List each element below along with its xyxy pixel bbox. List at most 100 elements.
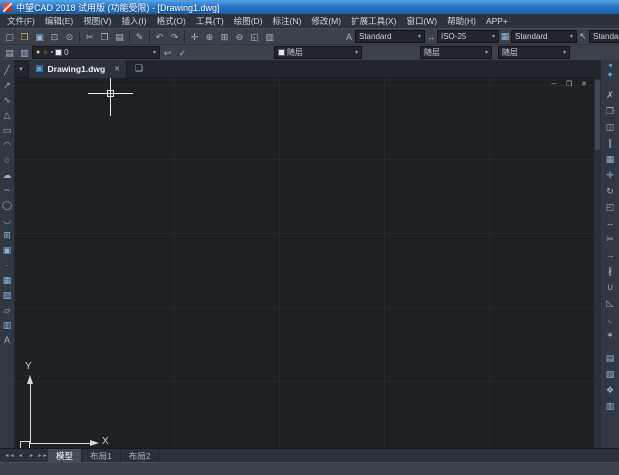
scale-icon[interactable]: ◰: [602, 199, 618, 215]
match-properties-icon[interactable]: ✎: [132, 30, 147, 44]
point-icon[interactable]: ∙: [1, 258, 14, 273]
text-style-dropdown[interactable]: Standard ▾: [355, 30, 425, 43]
move-icon[interactable]: ✛: [602, 167, 618, 183]
layer-dropdown[interactable]: ● ☼ ▪ 0 ▾: [32, 46, 160, 59]
revision-cloud-icon[interactable]: ☁: [1, 168, 14, 183]
properties-icon[interactable]: ▤: [602, 350, 618, 366]
zoom-window-icon[interactable]: ⊞: [217, 30, 232, 44]
tool-palettes-icon[interactable]: ▧: [602, 366, 618, 382]
next-layout-icon[interactable]: ►: [26, 453, 37, 459]
layer-states-icon[interactable]: ▥: [17, 46, 32, 60]
copy-clip-icon[interactable]: ❐: [97, 30, 112, 44]
menu-draw[interactable]: 绘图(D): [229, 14, 268, 28]
copy-icon[interactable]: ❐: [602, 103, 618, 119]
menu-view[interactable]: 视图(V): [78, 14, 116, 28]
explode-icon[interactable]: ✶: [602, 327, 618, 343]
make-layer-current-icon[interactable]: ✓: [175, 46, 190, 60]
paste-icon[interactable]: ▤: [112, 30, 127, 44]
zoom-previous-icon[interactable]: ⊖: [232, 30, 247, 44]
menu-insert[interactable]: 插入(I): [117, 14, 152, 28]
table-icon[interactable]: ▥: [1, 318, 14, 333]
linetype-dropdown[interactable]: 随层 ▾: [420, 46, 492, 59]
title-bar[interactable]: 中望CAD 2018 试用版 (功能受限) - [Drawing1.dwg]: [0, 0, 619, 14]
properties-palette-icon[interactable]: ▥: [262, 30, 277, 44]
pan-icon[interactable]: ✛: [187, 30, 202, 44]
close-icon[interactable]: ✕: [579, 80, 589, 90]
menu-edit[interactable]: 编辑(E): [40, 14, 78, 28]
circle-icon[interactable]: ○: [1, 153, 14, 168]
offset-icon[interactable]: ∥: [602, 135, 618, 151]
restore-icon[interactable]: ❐: [564, 80, 574, 90]
zoom-realtime-icon[interactable]: ⊕: [202, 30, 217, 44]
save-icon[interactable]: ▣: [32, 30, 47, 44]
table-style-dropdown[interactable]: Standard ▾: [511, 30, 577, 43]
panel-pin-icon[interactable]: ◆: [602, 71, 618, 80]
plot-icon[interactable]: ⊡: [47, 30, 62, 44]
prev-layout-icon[interactable]: ◄: [15, 453, 26, 459]
open-icon[interactable]: ❒: [17, 30, 32, 44]
zoom-extents-icon[interactable]: ◱: [247, 30, 262, 44]
menu-tools[interactable]: 工具(T): [191, 14, 229, 28]
polygon-icon[interactable]: △: [1, 108, 14, 123]
ellipse-icon[interactable]: ◯: [1, 198, 14, 213]
cut-icon[interactable]: ✂: [82, 30, 97, 44]
vertical-scrollbar[interactable]: [594, 78, 601, 448]
undo-icon[interactable]: ↶: [152, 30, 167, 44]
menu-express[interactable]: 扩展工具(X): [346, 14, 401, 28]
color-dropdown[interactable]: 随层 ▾: [274, 46, 362, 59]
menu-window[interactable]: 窗口(W): [401, 14, 442, 28]
mirror-icon[interactable]: ◫: [602, 119, 618, 135]
chamfer-icon[interactable]: ◺: [602, 295, 618, 311]
redo-icon[interactable]: ↷: [167, 30, 182, 44]
dim-style-dropdown[interactable]: ISO-25 ▾: [437, 30, 499, 43]
close-tab-icon[interactable]: ✕: [114, 65, 120, 73]
hatch-icon[interactable]: ▦: [1, 273, 14, 288]
first-layout-icon[interactable]: ◄◄: [4, 453, 15, 459]
layer-previous-icon[interactable]: ↩: [160, 46, 175, 60]
stretch-icon[interactable]: ↔: [602, 215, 618, 231]
rotate-icon[interactable]: ↻: [602, 183, 618, 199]
extend-icon[interactable]: →: [602, 247, 618, 263]
menu-app-plus[interactable]: APP+: [481, 14, 513, 28]
collapse-panel-icon[interactable]: ◄: [602, 62, 618, 71]
rectangle-icon[interactable]: ▭: [1, 123, 14, 138]
join-icon[interactable]: ∪: [602, 279, 618, 295]
layer-properties-icon[interactable]: ▤: [2, 46, 17, 60]
menu-modify[interactable]: 修改(M): [306, 14, 346, 28]
plot-preview-icon[interactable]: ⊙: [62, 30, 77, 44]
polyline-icon[interactable]: ∿: [1, 93, 14, 108]
menu-help[interactable]: 帮助(H): [442, 14, 481, 28]
make-block-icon[interactable]: ▣: [1, 243, 14, 258]
minimize-icon[interactable]: ─: [549, 80, 559, 90]
insert-block-icon[interactable]: ⊞: [1, 228, 14, 243]
vertical-scrollbar-thumb[interactable]: [595, 80, 600, 150]
gradient-icon[interactable]: ▨: [1, 288, 14, 303]
ellipse-arc-icon[interactable]: ◡: [1, 213, 14, 228]
region-icon[interactable]: ▱: [1, 303, 14, 318]
tab-list-menu-icon[interactable]: ▾: [14, 65, 28, 73]
trim-icon[interactable]: ✂: [602, 231, 618, 247]
array-icon[interactable]: ▦: [602, 151, 618, 167]
tab-layout2[interactable]: 布局2: [121, 449, 160, 463]
erase-icon[interactable]: ✗: [602, 87, 618, 103]
menu-format[interactable]: 格式(O): [152, 14, 191, 28]
menu-dimension[interactable]: 标注(N): [268, 14, 307, 28]
mleader-style-dropdown[interactable]: Standard ▾: [589, 30, 619, 43]
arc-icon[interactable]: ◠: [1, 138, 14, 153]
document-tab-drawing1[interactable]: ▣ Drawing1.dwg ✕: [28, 60, 127, 78]
design-center-icon[interactable]: ❖: [602, 382, 618, 398]
sheet-set-icon[interactable]: ▥: [602, 398, 618, 414]
lineweight-dropdown[interactable]: 随层 ▾: [498, 46, 570, 59]
drawing-canvas[interactable]: ─ ❐ ✕ Y X: [14, 78, 594, 448]
new-icon[interactable]: ▢: [2, 30, 17, 44]
fillet-icon[interactable]: ◟: [602, 311, 618, 327]
last-layout-icon[interactable]: ►►: [37, 453, 48, 459]
construction-line-icon[interactable]: ↗: [1, 78, 14, 93]
line-icon[interactable]: ╱: [1, 63, 14, 78]
new-drawing-icon[interactable]: ❏: [132, 63, 146, 74]
break-icon[interactable]: ∦: [602, 263, 618, 279]
tab-model[interactable]: 模型: [48, 449, 82, 463]
multiline-text-icon[interactable]: A: [1, 333, 14, 348]
menu-file[interactable]: 文件(F): [2, 14, 40, 28]
tab-layout1[interactable]: 布局1: [82, 449, 121, 463]
